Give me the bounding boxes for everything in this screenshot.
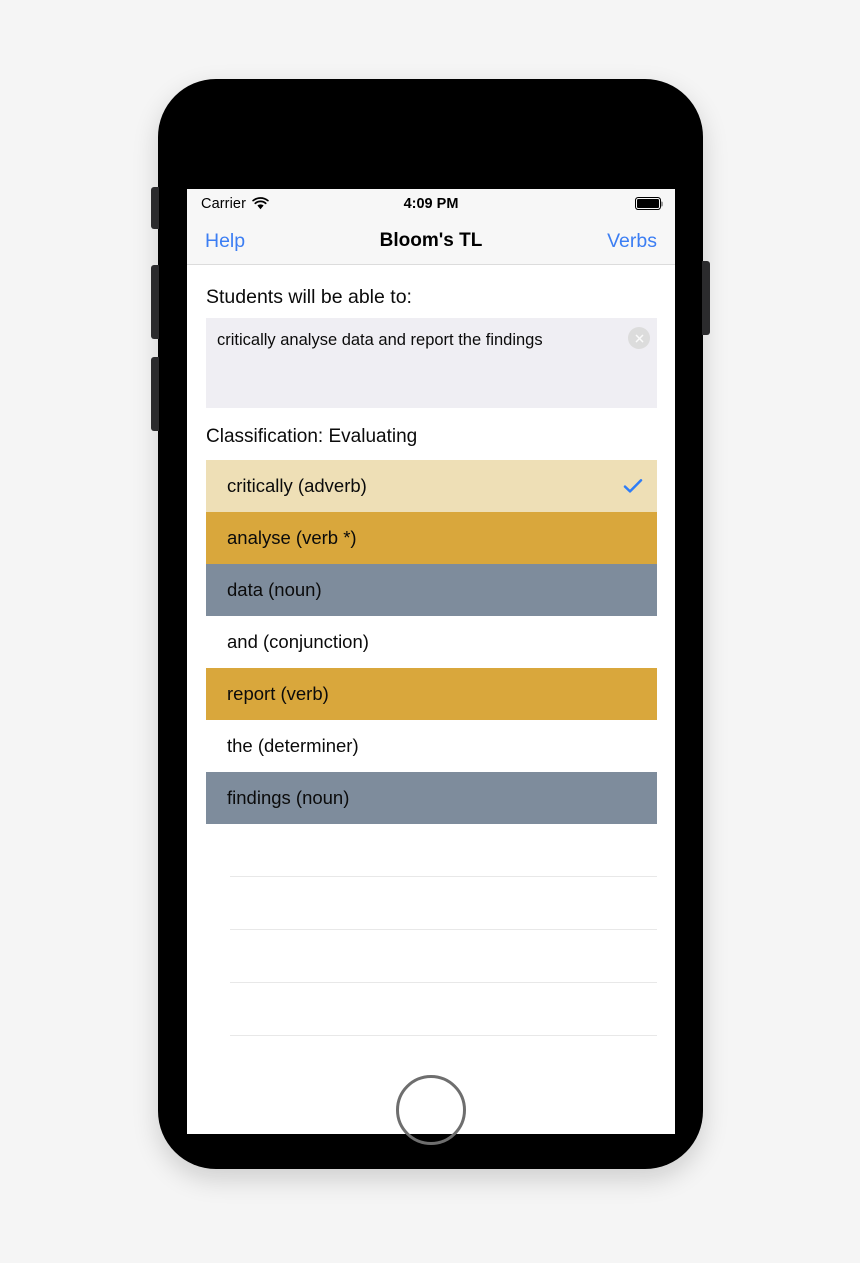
home-button[interactable]	[395, 1075, 466, 1145]
checkmark-icon	[623, 479, 643, 493]
empty-row	[230, 877, 657, 930]
volume-up-button[interactable]	[151, 265, 159, 339]
silent-switch[interactable]	[151, 187, 159, 229]
empty-row	[230, 983, 657, 1036]
token-label: analyse (verb *)	[227, 527, 357, 548]
objective-input-container	[206, 318, 657, 408]
battery-full-icon	[635, 197, 661, 210]
carrier-label: Carrier	[201, 195, 247, 212]
empty-row-list	[187, 824, 675, 1036]
clear-circle-icon	[635, 334, 643, 342]
status-bar-left: Carrier	[201, 196, 269, 212]
power-button[interactable]	[702, 261, 710, 335]
token-label: critically (adverb)	[227, 475, 367, 496]
token-list: critically (adverb) analyse (verb *) data …	[187, 460, 675, 824]
navigation-bar: Help Bloom's TL Verbs	[187, 218, 675, 265]
page-title: Bloom's TL	[379, 230, 483, 251]
empty-row	[230, 824, 657, 877]
prompt-label: Students will be able to:	[206, 286, 412, 308]
token-row[interactable]: the (determiner)	[206, 720, 657, 772]
token-label: report (verb)	[227, 683, 329, 704]
token-row[interactable]: and (conjunction)	[206, 616, 657, 668]
token-label: data (noun)	[227, 579, 322, 600]
empty-row	[230, 930, 657, 983]
token-row[interactable]: findings (noun)	[206, 772, 657, 824]
token-label: findings (noun)	[227, 787, 350, 808]
token-row[interactable]: data (noun)	[206, 564, 657, 616]
phone-frame: Carrier 4:09 PM Help Bloom's TL Verbs St…	[151, 79, 710, 1169]
verbs-button[interactable]: Verbs	[607, 230, 657, 253]
volume-down-button[interactable]	[151, 357, 159, 431]
token-row[interactable]: report (verb)	[206, 668, 657, 720]
status-bar: Carrier 4:09 PM	[187, 189, 675, 218]
status-bar-right	[635, 197, 661, 210]
help-button[interactable]: Help	[205, 230, 245, 253]
battery-fill	[637, 199, 659, 208]
wifi-icon	[252, 197, 269, 210]
phone-screen: Carrier 4:09 PM Help Bloom's TL Verbs St…	[187, 189, 675, 1134]
classification-label: Classification: Evaluating	[206, 426, 418, 447]
clear-button[interactable]	[628, 327, 650, 349]
main-content: Students will be able to: Classification…	[187, 265, 675, 1036]
objective-input[interactable]	[206, 318, 657, 408]
token-row[interactable]: analyse (verb *)	[206, 512, 657, 564]
token-row[interactable]: critically (adverb)	[206, 460, 657, 512]
token-label: and (conjunction)	[227, 631, 369, 652]
token-label: the (determiner)	[227, 735, 359, 756]
